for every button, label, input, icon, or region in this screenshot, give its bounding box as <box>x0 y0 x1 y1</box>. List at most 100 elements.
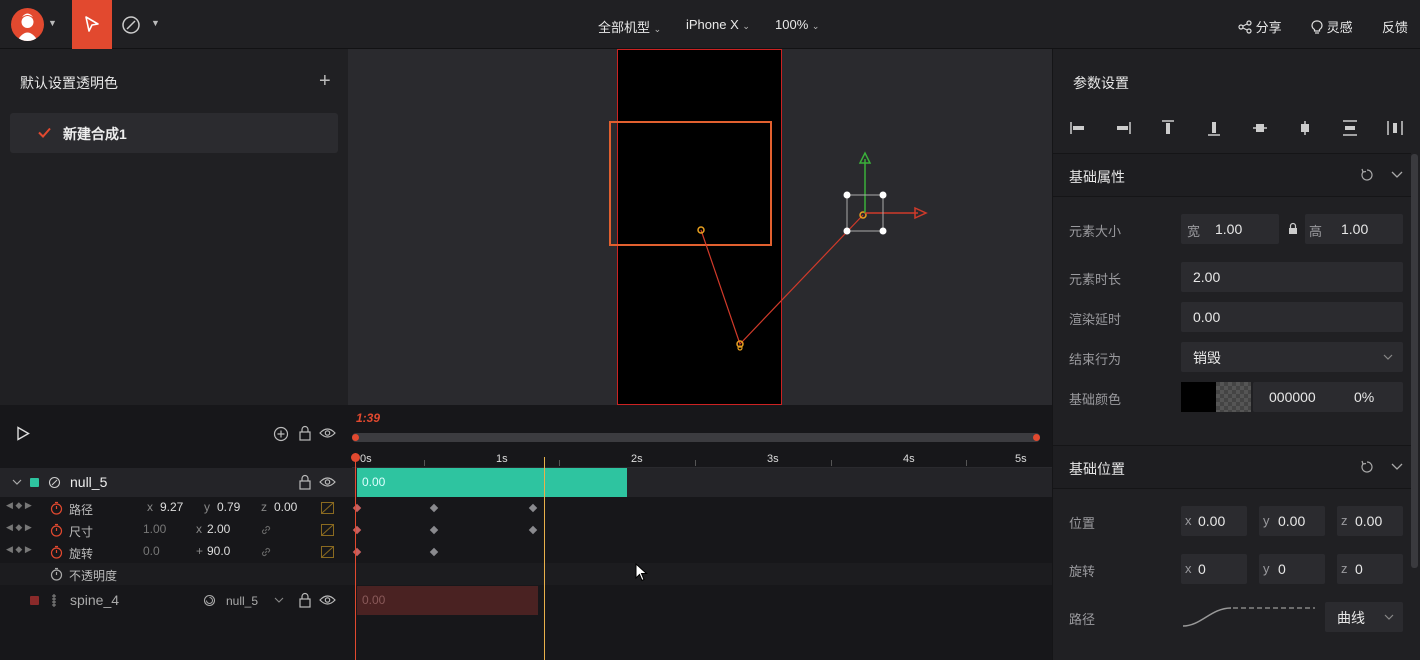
prop-b-value[interactable]: 2.00 <box>207 522 230 536</box>
reset-icon[interactable] <box>1360 460 1374 474</box>
easing-curve-preview[interactable] <box>1181 600 1317 632</box>
zoom-select[interactable]: 100% ⌄ <box>775 17 819 32</box>
graph-editor-icon[interactable] <box>321 502 334 514</box>
expand-chevron-icon[interactable] <box>12 479 22 486</box>
stopwatch-icon[interactable] <box>50 567 63 581</box>
prop-c-value[interactable]: 0.00 <box>274 500 297 514</box>
keyframe[interactable] <box>429 503 439 513</box>
keyframe[interactable] <box>528 503 538 513</box>
stage-canvas[interactable] <box>348 49 1052 405</box>
scrubber-end-handle[interactable] <box>1033 434 1040 441</box>
prop-row-path[interactable]: ◀ ◆ ▶ 路径 x 9.27 y 0.79 z 0.00 <box>0 497 1052 519</box>
visibility-all-icon[interactable] <box>319 427 336 439</box>
lightbulb-icon <box>1311 20 1323 34</box>
timeline-scrubber-track[interactable] <box>352 433 1040 442</box>
stopwatch-icon[interactable] <box>50 523 63 537</box>
select-tool-button[interactable] <box>72 0 112 49</box>
basic-position-header[interactable]: 基础位置 <box>1053 445 1411 489</box>
shape-tool-button[interactable] <box>120 14 142 36</box>
lock-all-icon[interactable] <box>298 425 312 441</box>
rotation-y-field[interactable]: y 0 <box>1259 554 1325 584</box>
link-icon[interactable] <box>260 524 272 536</box>
clip-start-value: 0.00 <box>362 593 386 607</box>
stopwatch-icon[interactable] <box>50 545 63 559</box>
keyframe[interactable] <box>429 525 439 535</box>
lock-icon[interactable] <box>1287 222 1299 235</box>
reset-icon[interactable] <box>1360 168 1374 182</box>
timeline-start-marker[interactable] <box>355 453 356 660</box>
basic-props-header[interactable]: 基础属性 <box>1053 153 1411 197</box>
transform-gizmo[interactable] <box>838 149 938 241</box>
mouse-cursor-icon <box>635 563 648 582</box>
width-field[interactable]: 宽 1.00 <box>1181 214 1279 244</box>
prop-b-value[interactable]: 0.79 <box>217 500 240 514</box>
device-group-select[interactable]: 全部机型 ⌄ <box>598 17 661 36</box>
playhead[interactable] <box>544 457 545 660</box>
layer-lock-icon[interactable] <box>298 592 312 608</box>
timeline-start-marker-handle[interactable] <box>351 453 360 462</box>
prop-a-value[interactable]: 1.00 <box>143 522 166 536</box>
align-right-icon[interactable] <box>1114 119 1132 137</box>
chevron-down-icon[interactable] <box>274 597 284 603</box>
app-logo[interactable] <box>11 8 44 41</box>
delay-field[interactable]: 0.00 <box>1181 302 1403 332</box>
distribute-v-icon[interactable] <box>1341 119 1359 137</box>
parent-link-icon[interactable] <box>203 594 216 607</box>
panel-scrollbar[interactable] <box>1411 154 1418 568</box>
graph-editor-icon[interactable] <box>321 524 334 536</box>
inspiration-button[interactable]: 灵感 <box>1311 17 1353 36</box>
composition-item[interactable]: 新建合成1 <box>10 113 338 153</box>
collapse-chevron-icon[interactable] <box>1391 463 1403 471</box>
align-top-icon[interactable] <box>1159 119 1177 137</box>
feedback-button[interactable]: 反馈 <box>1382 17 1408 36</box>
rotation-z-field[interactable]: z 0 <box>1337 554 1403 584</box>
add-layer-icon[interactable] <box>273 426 289 442</box>
add-composition-icon[interactable]: + <box>319 71 331 91</box>
prop-a-value[interactable]: 0.0 <box>143 544 160 558</box>
share-button[interactable]: 分享 <box>1238 17 1282 36</box>
graph-editor-icon[interactable] <box>321 546 334 558</box>
shape-tool-chevron-icon[interactable]: ▼ <box>151 18 160 28</box>
position-x-field[interactable]: x 0.00 <box>1181 506 1247 536</box>
align-hcenter-icon[interactable] <box>1296 119 1314 137</box>
duration-field[interactable]: 2.00 <box>1181 262 1403 292</box>
link-icon[interactable] <box>260 546 272 558</box>
layer-lock-icon[interactable] <box>298 474 312 490</box>
keyframe[interactable] <box>429 547 439 557</box>
align-bottom-icon[interactable] <box>1205 119 1223 137</box>
logo-chevron-icon[interactable]: ▼ <box>48 18 57 28</box>
layer-visibility-icon[interactable] <box>319 476 336 488</box>
layer-clip-bar[interactable]: 0.00 <box>357 586 538 615</box>
prop-row-opacity[interactable]: 不透明度 <box>0 563 1052 585</box>
layer-clip-bar[interactable]: 0.00 <box>357 468 627 497</box>
color-swatch[interactable] <box>1181 382 1251 412</box>
distribute-h-icon[interactable] <box>1386 119 1404 137</box>
prop-row-rotation[interactable]: ◀ ◆ ▶ 旋转 0.0 + 90.0 <box>0 541 1052 563</box>
keyframe[interactable] <box>528 525 538 535</box>
align-left-icon[interactable] <box>1069 119 1087 137</box>
layer-row-null5[interactable]: null_5 0.00 <box>0 468 1052 497</box>
parent-select-value[interactable]: null_5 <box>226 594 258 608</box>
layer-row-spine4[interactable]: spine_4 null_5 0.00 <box>0 586 1052 615</box>
position-y-field[interactable]: y 0.00 <box>1259 506 1325 536</box>
rotation-x-field[interactable]: x 0 <box>1181 554 1247 584</box>
keyframe-nav-icon[interactable]: ◀ ◆ ▶ <box>6 544 32 555</box>
end-behavior-select[interactable]: 销毁 <box>1181 342 1403 372</box>
keyframe-nav-icon[interactable]: ◀ ◆ ▶ <box>6 500 32 511</box>
color-hex-field[interactable]: 000000 0% <box>1253 382 1403 412</box>
height-field[interactable]: 高 1.00 <box>1305 214 1403 244</box>
scrubber-start-handle[interactable] <box>352 434 359 441</box>
prop-b-value[interactable]: 90.0 <box>207 544 230 558</box>
time-ruler[interactable]: 0s 1s 2s 3s 4s 5s <box>352 450 1052 468</box>
prop-row-size[interactable]: ◀ ◆ ▶ 尺寸 1.00 x 2.00 <box>0 519 1052 541</box>
collapse-chevron-icon[interactable] <box>1391 171 1403 179</box>
align-vcenter-icon[interactable] <box>1251 119 1269 137</box>
prop-a-value[interactable]: 9.27 <box>160 500 183 514</box>
position-z-field[interactable]: z 0.00 <box>1337 506 1403 536</box>
path-type-select[interactable]: 曲线 <box>1325 602 1403 632</box>
layer-visibility-icon[interactable] <box>319 594 336 606</box>
keyframe-nav-icon[interactable]: ◀ ◆ ▶ <box>6 522 32 533</box>
stopwatch-icon[interactable] <box>50 501 63 515</box>
device-select[interactable]: iPhone X ⌄ <box>686 17 750 32</box>
play-icon[interactable] <box>16 426 30 441</box>
